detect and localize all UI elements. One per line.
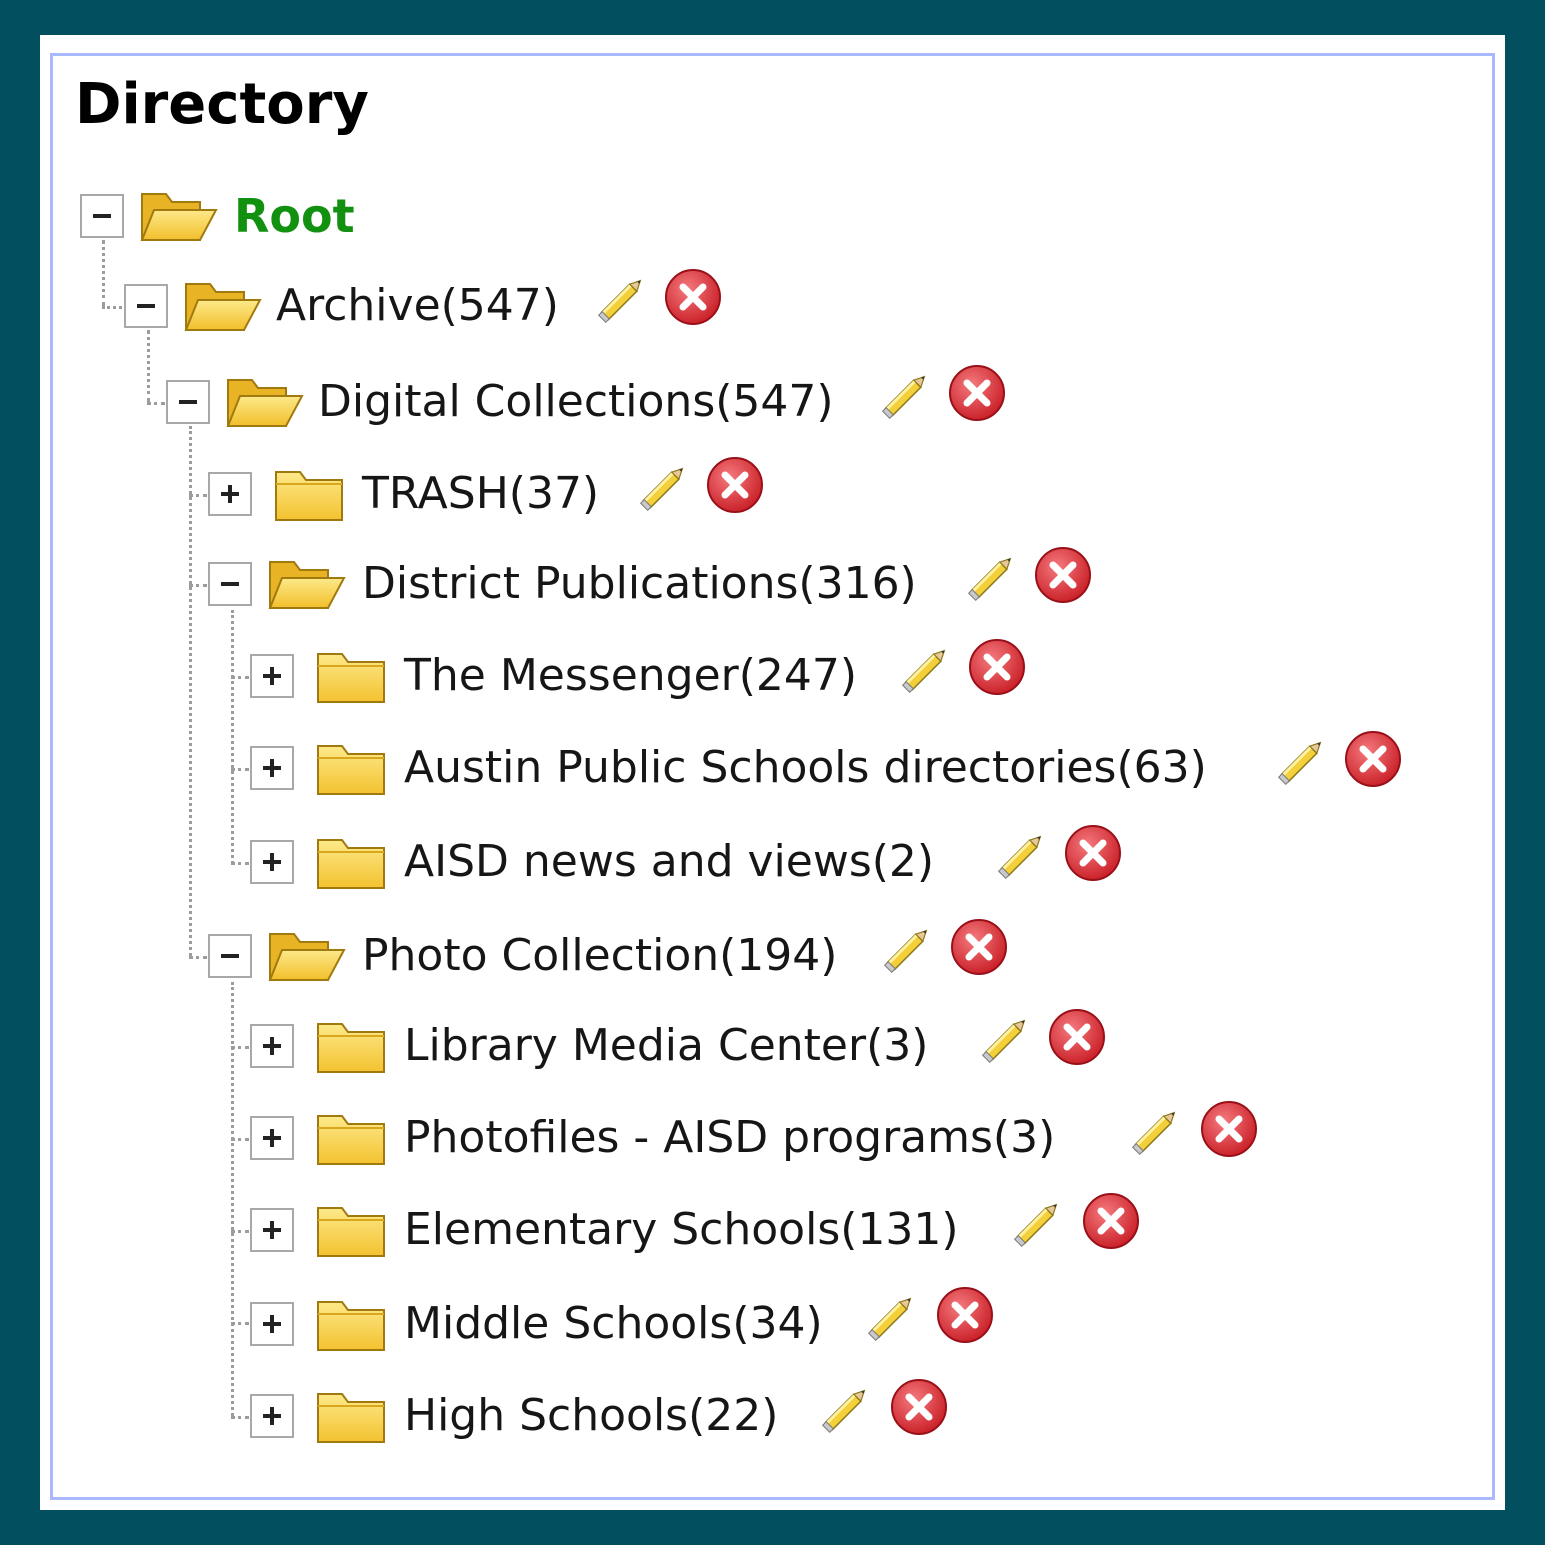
delete-icon[interactable] (704, 454, 766, 516)
folder-closed-icon (268, 460, 350, 526)
pencil-icon[interactable] (864, 1286, 920, 1348)
tree-node-aisd-news-and-views[interactable]: AISD news and views(2) (0, 825, 1545, 898)
folder-closed-icon (310, 1196, 392, 1262)
pencil-icon[interactable] (1128, 1100, 1184, 1162)
pencil-icon[interactable] (1274, 730, 1330, 792)
folder-open-icon (138, 182, 220, 248)
tree-node-archive[interactable]: Archive(547) (0, 269, 1545, 342)
tree-node-digital-collections[interactable]: Digital Collections(547) (0, 365, 1545, 438)
tree-node-austin-public-schools-directories[interactable]: Austin Public Schools directories(63) (0, 731, 1545, 804)
tree-node-photo-collection[interactable]: Photo Collection(194) (0, 919, 1545, 992)
folder-closed-icon (310, 734, 392, 800)
collapse-toggle-icon[interactable] (80, 194, 124, 238)
tree-node-label[interactable]: AISD news and views(2) (404, 834, 934, 890)
expand-toggle-icon[interactable] (250, 1302, 294, 1346)
pencil-icon[interactable] (636, 456, 692, 518)
folder-closed-icon (310, 828, 392, 894)
collapse-toggle-icon[interactable] (124, 284, 168, 328)
folder-closed-icon (310, 1382, 392, 1448)
tree-node-label[interactable]: District Publications(316) (362, 556, 917, 612)
pencil-icon[interactable] (878, 364, 934, 426)
tree-node-label[interactable]: Archive(547) (276, 278, 559, 334)
tree-node-label[interactable]: The Messenger(247) (404, 648, 857, 704)
folder-open-icon (266, 550, 348, 616)
tree-node-label[interactable]: TRASH(37) (362, 466, 599, 522)
tree-node-photofiles-aisd-programs[interactable]: Photofiles - AISD programs(3) (0, 1101, 1545, 1174)
folder-closed-icon (310, 1012, 392, 1078)
delete-icon[interactable] (1342, 728, 1404, 790)
pencil-icon[interactable] (594, 268, 650, 330)
tree-node-root[interactable]: Root (0, 182, 1545, 252)
pencil-icon[interactable] (964, 546, 1020, 608)
tree-node-label[interactable]: Library Media Center(3) (404, 1018, 928, 1074)
tree-node-high-schools[interactable]: High Schools(22) (0, 1379, 1545, 1452)
tree-node-label[interactable]: Middle Schools(34) (404, 1296, 823, 1352)
tree-node-label[interactable]: Austin Public Schools directories(63) (404, 740, 1207, 796)
delete-icon[interactable] (1032, 544, 1094, 606)
folder-open-icon (182, 272, 264, 338)
tree-node-label[interactable]: Photofiles - AISD programs(3) (404, 1110, 1055, 1166)
expand-toggle-icon[interactable] (250, 1208, 294, 1252)
tree-node-district-publications[interactable]: District Publications(316) (0, 547, 1545, 620)
expand-toggle-icon[interactable] (250, 840, 294, 884)
expand-toggle-icon[interactable] (250, 1024, 294, 1068)
tree-node-label[interactable]: High Schools(22) (404, 1388, 778, 1444)
expand-toggle-icon[interactable] (250, 746, 294, 790)
delete-icon[interactable] (966, 636, 1028, 698)
delete-icon[interactable] (888, 1376, 950, 1438)
tree-node-trash[interactable]: TRASH(37) (0, 457, 1545, 530)
delete-icon[interactable] (1046, 1006, 1108, 1068)
delete-icon[interactable] (934, 1284, 996, 1346)
delete-icon[interactable] (1198, 1098, 1260, 1160)
folder-closed-icon (310, 1290, 392, 1356)
pencil-icon[interactable] (994, 824, 1050, 886)
pencil-icon[interactable] (1010, 1192, 1066, 1254)
delete-icon[interactable] (1080, 1190, 1142, 1252)
tree-node-label[interactable]: Elementary Schools(131) (404, 1202, 959, 1258)
delete-icon[interactable] (948, 916, 1010, 978)
pencil-icon[interactable] (898, 638, 954, 700)
pencil-icon[interactable] (978, 1008, 1034, 1070)
expand-toggle-icon[interactable] (250, 1116, 294, 1160)
delete-icon[interactable] (1062, 822, 1124, 884)
tree-node-library-media-center[interactable]: Library Media Center(3) (0, 1009, 1545, 1082)
tree-node-label[interactable]: Root (234, 188, 355, 244)
delete-icon[interactable] (946, 362, 1008, 424)
tree-node-middle-schools[interactable]: Middle Schools(34) (0, 1287, 1545, 1360)
delete-icon[interactable] (662, 266, 724, 328)
folder-closed-icon (310, 1104, 392, 1170)
pencil-icon[interactable] (880, 918, 936, 980)
tree-node-the-messenger[interactable]: The Messenger(247) (0, 639, 1545, 712)
tree-node-label[interactable]: Photo Collection(194) (362, 928, 837, 984)
directory-tree: Root Archive(547) Digital Collections(547)… (0, 0, 1545, 1545)
collapse-toggle-icon[interactable] (208, 562, 252, 606)
tree-node-elementary-schools[interactable]: Elementary Schools(131) (0, 1193, 1545, 1266)
collapse-toggle-icon[interactable] (208, 934, 252, 978)
pencil-icon[interactable] (818, 1378, 874, 1440)
expand-toggle-icon[interactable] (250, 654, 294, 698)
tree-node-label[interactable]: Digital Collections(547) (318, 374, 834, 430)
expand-toggle-icon[interactable] (250, 1394, 294, 1438)
folder-open-icon (224, 368, 306, 434)
collapse-toggle-icon[interactable] (166, 380, 210, 424)
folder-closed-icon (310, 642, 392, 708)
folder-open-icon (266, 922, 348, 988)
expand-toggle-icon[interactable] (208, 472, 252, 516)
